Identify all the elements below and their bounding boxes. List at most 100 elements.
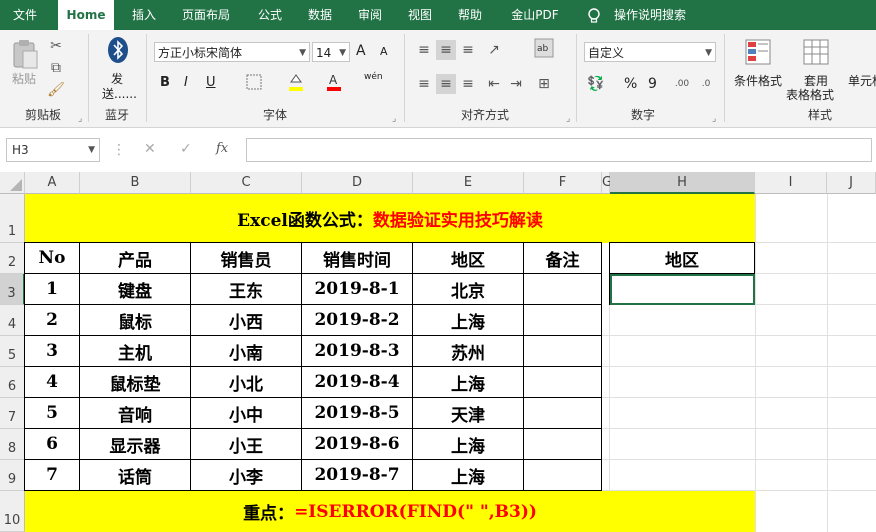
row-header[interactable]: 6: [0, 367, 25, 398]
row-header[interactable]: 10: [0, 491, 25, 532]
table-cell[interactable]: 2019-8-6: [302, 429, 413, 460]
clipboard-launcher-icon[interactable]: ⌟: [78, 114, 82, 124]
tell-me-search[interactable]: 操作说明搜索: [608, 0, 692, 30]
paste-icon[interactable]: [10, 38, 40, 69]
format-as-table-icon[interactable]: [802, 38, 830, 66]
table-cell[interactable]: 苏州: [413, 336, 524, 367]
table-cell[interactable]: 小王: [191, 429, 302, 460]
percent-style-button[interactable]: %: [624, 76, 637, 92]
table-cell[interactable]: 北京: [413, 274, 524, 305]
table-cell[interactable]: [524, 429, 602, 460]
row-header[interactable]: 7: [0, 398, 25, 429]
side-header-cell[interactable]: 地区: [610, 243, 755, 274]
table-cell[interactable]: 2019-8-2: [302, 305, 413, 336]
row-header[interactable]: 1: [0, 194, 25, 243]
row-header[interactable]: 4: [0, 305, 25, 336]
enter-icon[interactable]: ✓: [180, 141, 192, 157]
column-header[interactable]: A: [25, 172, 80, 194]
tab-page-layout[interactable]: 页面布局: [172, 0, 240, 30]
table-cell[interactable]: 鼠标垫: [80, 367, 191, 398]
table-cell[interactable]: 2019-8-4: [302, 367, 413, 398]
table-cell[interactable]: 小西: [191, 305, 302, 336]
table-header-cell[interactable]: 备注: [524, 243, 602, 274]
align-left-icon[interactable]: ≡: [414, 74, 434, 94]
column-header-selected[interactable]: H: [610, 172, 755, 194]
table-cell[interactable]: [524, 274, 602, 305]
align-top-icon[interactable]: ≡: [414, 40, 434, 60]
cell-styles-label[interactable]: 单元格: [848, 72, 876, 89]
table-cell[interactable]: 2019-8-7: [302, 460, 413, 491]
orientation-icon[interactable]: ↗: [484, 40, 504, 60]
table-cell[interactable]: 小李: [191, 460, 302, 491]
table-cell[interactable]: 鼠标: [80, 305, 191, 336]
table-cell[interactable]: 4: [25, 367, 80, 398]
phonetic-guide-icon[interactable]: wén: [364, 72, 383, 82]
increase-decimal-icon[interactable]: .00: [672, 74, 692, 94]
merge-center-icon[interactable]: ⊞: [534, 74, 554, 94]
table-cell[interactable]: 话筒: [80, 460, 191, 491]
column-header[interactable]: I: [755, 172, 827, 194]
row-header[interactable]: 8: [0, 429, 25, 460]
table-cell[interactable]: 音响: [80, 398, 191, 429]
tab-view[interactable]: 视图: [398, 0, 442, 30]
table-cell[interactable]: 2019-8-3: [302, 336, 413, 367]
borders-icon[interactable]: [244, 74, 264, 94]
comma-style-button[interactable]: 9: [648, 76, 657, 92]
increase-indent-icon[interactable]: ⇥: [506, 74, 526, 94]
decrease-decimal-icon[interactable]: .0: [696, 74, 716, 94]
font-color-icon[interactable]: A: [324, 72, 344, 92]
table-cell[interactable]: 小南: [191, 336, 302, 367]
copy-icon[interactable]: ⧉: [46, 58, 66, 78]
tab-file[interactable]: 文件: [0, 0, 50, 30]
align-center-icon[interactable]: ≡: [436, 74, 456, 94]
table-cell[interactable]: 5: [25, 398, 80, 429]
tab-review[interactable]: 审阅: [348, 0, 392, 30]
name-box[interactable]: H3 ▼: [6, 138, 100, 162]
tab-data[interactable]: 数据: [298, 0, 342, 30]
selected-cell-h3[interactable]: [610, 274, 755, 305]
table-cell[interactable]: 7: [25, 460, 80, 491]
column-header[interactable]: D: [302, 172, 413, 194]
alignment-launcher-icon[interactable]: ⌟: [566, 114, 570, 124]
bluetooth-icon[interactable]: [106, 36, 130, 64]
align-right-icon[interactable]: ≡: [458, 74, 478, 94]
tab-kingsoft-pdf[interactable]: 金山PDF: [500, 0, 570, 30]
column-header[interactable]: B: [80, 172, 191, 194]
row-header[interactable]: 9: [0, 460, 25, 491]
font-launcher-icon[interactable]: ⌟: [392, 114, 396, 124]
table-cell[interactable]: 键盘: [80, 274, 191, 305]
table-cell[interactable]: 上海: [413, 429, 524, 460]
table-cell[interactable]: [524, 367, 602, 398]
table-cell[interactable]: 天津: [413, 398, 524, 429]
formula-input[interactable]: [246, 138, 872, 162]
increase-font-icon[interactable]: A: [356, 43, 366, 59]
align-middle-icon[interactable]: ≡: [436, 40, 456, 60]
table-cell[interactable]: 上海: [413, 460, 524, 491]
table-cell[interactable]: 显示器: [80, 429, 191, 460]
format-painter-icon[interactable]: 🖌: [46, 80, 66, 100]
table-cell[interactable]: [524, 305, 602, 336]
column-header[interactable]: J: [827, 172, 876, 194]
decrease-indent-icon[interactable]: ⇤: [484, 74, 504, 94]
column-header[interactable]: E: [413, 172, 524, 194]
table-cell[interactable]: 主机: [80, 336, 191, 367]
table-cell[interactable]: 王东: [191, 274, 302, 305]
sheet-title-cell[interactable]: Excel函数公式： 数据验证实用技巧解读: [25, 194, 755, 243]
row-header-selected[interactable]: 3: [0, 274, 25, 305]
wrap-text-icon[interactable]: ab: [534, 38, 554, 58]
conditional-formatting-label[interactable]: 条件格式: [734, 72, 782, 89]
row-header[interactable]: 2: [0, 243, 25, 274]
insert-function-icon[interactable]: fx: [216, 141, 228, 156]
table-header-cell[interactable]: 销售时间: [302, 243, 413, 274]
table-cell[interactable]: [524, 336, 602, 367]
bold-button[interactable]: B: [160, 75, 170, 90]
accounting-format-icon[interactable]: 💱: [586, 74, 606, 94]
table-cell[interactable]: 2: [25, 305, 80, 336]
fill-color-icon[interactable]: [286, 72, 306, 92]
tab-formulas[interactable]: 公式: [248, 0, 292, 30]
table-cell[interactable]: 2019-8-1: [302, 274, 413, 305]
format-as-table-label-2[interactable]: 表格格式: [786, 86, 834, 103]
table-header-cell[interactable]: 地区: [413, 243, 524, 274]
table-cell[interactable]: 上海: [413, 367, 524, 398]
cut-icon[interactable]: ✂: [46, 36, 66, 56]
